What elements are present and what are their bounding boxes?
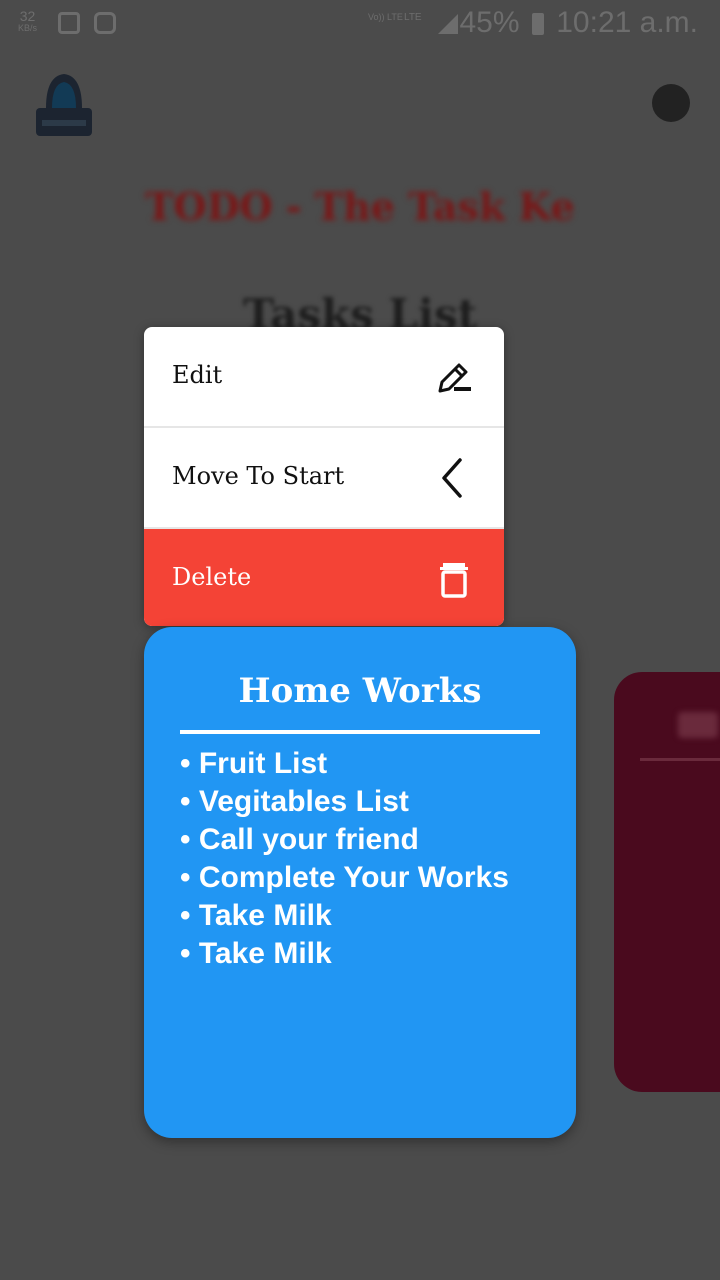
app-title: TODO - The Task Ke bbox=[145, 184, 575, 229]
list-item: • Fruit List bbox=[180, 747, 328, 780]
menu-item-edit[interactable]: Edit bbox=[144, 327, 504, 428]
task-card-divider bbox=[180, 730, 540, 734]
edit-icon bbox=[438, 363, 471, 393]
menu-item-delete[interactable]: Delete bbox=[144, 529, 504, 626]
context-menu: Edit Move To Start Delete bbox=[144, 327, 504, 626]
clock: 10:21 a.m. bbox=[556, 6, 698, 39]
network-speed-unit: KB/s bbox=[18, 23, 38, 33]
app-logo bbox=[36, 74, 92, 136]
status-bar: 32 KB/s Vo)) LTE LTE 45% 10:21 a.m. bbox=[0, 0, 720, 50]
volte-indicator: Vo)) LTE bbox=[368, 12, 403, 22]
status-right: 45% 10:21 a.m. bbox=[460, 6, 699, 40]
wifi-notification-icon bbox=[94, 12, 116, 34]
lte-indicator: LTE bbox=[404, 12, 422, 23]
list-item: • Take Milk bbox=[180, 937, 332, 970]
network-speed: 32 KB/s bbox=[18, 9, 38, 34]
task-card-title: Home Works bbox=[238, 671, 482, 711]
menu-item-label: Edit bbox=[172, 361, 223, 389]
background-card-title bbox=[678, 712, 718, 738]
list-item: • Call your friend bbox=[180, 823, 419, 856]
chevron-left-icon bbox=[442, 458, 462, 498]
task-card[interactable]: Home Works • Fruit List • Vegitables Lis… bbox=[144, 627, 576, 1138]
task-card-list: • Fruit List • Vegitables List • Call yo… bbox=[180, 745, 509, 973]
battery-icon bbox=[532, 13, 544, 35]
list-item: • Vegitables List bbox=[180, 785, 409, 818]
background-task-card[interactable] bbox=[614, 672, 720, 1092]
signal-icon bbox=[438, 14, 458, 34]
background-card-rule bbox=[640, 758, 720, 761]
battery-percent: 45% bbox=[459, 6, 520, 39]
trash-icon bbox=[440, 563, 468, 598]
list-item: • Complete Your Works bbox=[180, 861, 509, 894]
overflow-menu-button[interactable] bbox=[652, 84, 690, 122]
menu-item-label: Move To Start bbox=[172, 462, 345, 490]
gallery-notification-icon bbox=[58, 12, 80, 34]
menu-item-move-to-start[interactable]: Move To Start bbox=[144, 428, 504, 529]
menu-item-label: Delete bbox=[172, 563, 252, 591]
list-item: • Take Milk bbox=[180, 899, 332, 932]
